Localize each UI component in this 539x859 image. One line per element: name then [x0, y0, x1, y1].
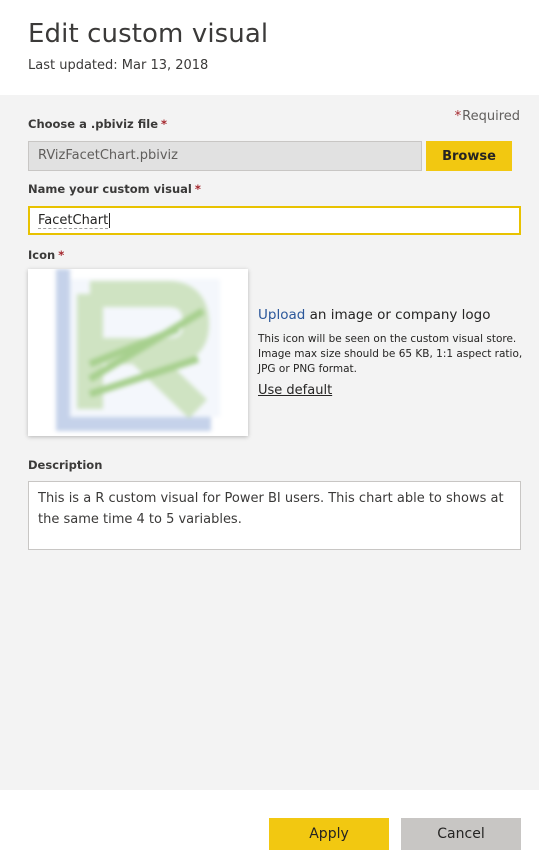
file-path-field[interactable]: RVizFacetChart.pbiviz	[28, 141, 422, 171]
icon-preview[interactable]	[28, 269, 248, 436]
required-star: *	[454, 109, 462, 124]
visual-name-value: FacetChart	[38, 213, 109, 229]
text-caret	[109, 213, 111, 228]
dialog-title: Edit custom visual	[28, 19, 269, 49]
file-label: Choose a .pbiviz file *	[28, 117, 167, 131]
apply-button[interactable]: Apply	[269, 818, 389, 850]
icon-label-text: Icon	[28, 248, 56, 262]
description-textarea[interactable]: This is a R custom visual for Power BI u…	[28, 481, 521, 550]
name-label: Name your custom visual *	[28, 182, 201, 196]
form-panel: *Required Choose a .pbiviz file * RVizFac…	[0, 95, 539, 790]
required-note: *Required	[455, 109, 520, 124]
description-label: Description	[28, 458, 103, 472]
upload-link[interactable]: Upload	[258, 307, 305, 323]
dialog-footer: Apply Cancel	[0, 790, 539, 859]
visual-name-input[interactable]: FacetChart	[28, 206, 521, 235]
required-label: Required	[462, 109, 520, 124]
required-star: *	[161, 117, 168, 131]
dialog-header: Edit custom visual Last updated: Mar 13,…	[0, 0, 539, 95]
last-updated-text: Last updated: Mar 13, 2018	[28, 58, 209, 73]
edit-custom-visual-dialog: Edit custom visual Last updated: Mar 13,…	[0, 0, 539, 859]
blurred-r-letter-icon	[28, 269, 248, 436]
cancel-button[interactable]: Cancel	[401, 818, 521, 850]
required-star: *	[58, 248, 65, 262]
browse-button[interactable]: Browse	[426, 141, 512, 171]
file-label-text: Choose a .pbiviz file	[28, 117, 159, 131]
icon-label: Icon *	[28, 248, 64, 262]
upload-line-text: an image or company logo	[305, 307, 491, 323]
upload-line: Upload an image or company logo	[258, 307, 491, 323]
use-default-link[interactable]: Use default	[258, 383, 332, 398]
required-star: *	[194, 182, 201, 196]
icon-help-text: This icon will be seen on the custom vis…	[258, 333, 523, 375]
name-label-text: Name your custom visual	[28, 182, 192, 196]
